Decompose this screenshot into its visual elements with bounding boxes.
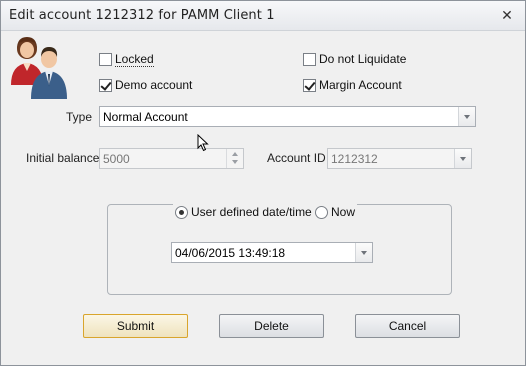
users-icon: [11, 37, 67, 99]
initial-balance-value: 5000: [103, 152, 130, 166]
initial-balance-label: Initial balance: [26, 151, 100, 165]
margin-account-checkbox-box[interactable]: [303, 78, 316, 92]
do-not-liquidate-checkbox[interactable]: Do not Liquidate: [303, 51, 406, 67]
margin-account-checkbox[interactable]: Margin Account: [303, 77, 402, 93]
do-not-liquidate-checkbox-box[interactable]: [303, 52, 316, 66]
title-bar[interactable]: Edit account 1212312 for PAMM Client 1 ✕: [1, 1, 525, 31]
locked-checkbox[interactable]: Locked: [99, 51, 154, 67]
datetime-value: 04/06/2015 13:49:18: [175, 246, 286, 260]
type-value: Normal Account: [103, 110, 188, 124]
user-defined-radio-dot[interactable]: [175, 205, 188, 219]
spin-down-icon[interactable]: [232, 160, 238, 164]
now-radio-dot[interactable]: [315, 205, 328, 219]
now-label: Now: [331, 205, 356, 219]
do-not-liquidate-label: Do not Liquidate: [319, 52, 407, 66]
delete-button[interactable]: Delete: [219, 314, 324, 338]
locked-checkbox-box[interactable]: [99, 52, 112, 66]
chevron-down-icon[interactable]: [454, 149, 471, 168]
cancel-button[interactable]: Cancel: [355, 314, 460, 338]
locked-label: Locked: [115, 51, 154, 67]
user-defined-date-radio[interactable]: User defined date/time: [173, 204, 314, 220]
chevron-down-icon[interactable]: [355, 243, 372, 262]
demo-account-label: Demo account: [115, 78, 193, 92]
account-id-label: Account ID: [267, 151, 326, 165]
spin-up-icon[interactable]: [232, 152, 238, 156]
edit-account-dialog: Edit account 1212312 for PAMM Client 1 ✕…: [0, 0, 526, 366]
initial-balance-spinner[interactable]: 5000: [99, 148, 244, 169]
close-icon[interactable]: ✕: [499, 7, 515, 23]
account-id-value: 1212312: [331, 152, 378, 166]
dialog-title: Edit account 1212312 for PAMM Client 1: [9, 8, 275, 23]
now-radio[interactable]: Now: [313, 204, 358, 220]
type-label: Type: [66, 110, 93, 124]
demo-account-checkbox[interactable]: Demo account: [99, 77, 192, 93]
margin-account-label: Margin Account: [319, 78, 402, 92]
submit-button[interactable]: Submit: [83, 314, 188, 338]
type-select[interactable]: Normal Account: [99, 106, 476, 127]
spinner-arrows-icon[interactable]: [226, 149, 243, 168]
chevron-down-icon[interactable]: [458, 107, 475, 126]
date-groupbox: User defined date/time Now 04/06/2015 13…: [107, 204, 452, 295]
datetime-picker[interactable]: 04/06/2015 13:49:18: [171, 242, 373, 263]
user-defined-label: User defined date/time: [191, 205, 312, 219]
mouse-cursor-icon: [197, 134, 209, 152]
account-id-select[interactable]: 1212312: [327, 148, 472, 169]
demo-account-checkbox-box[interactable]: [99, 78, 112, 92]
